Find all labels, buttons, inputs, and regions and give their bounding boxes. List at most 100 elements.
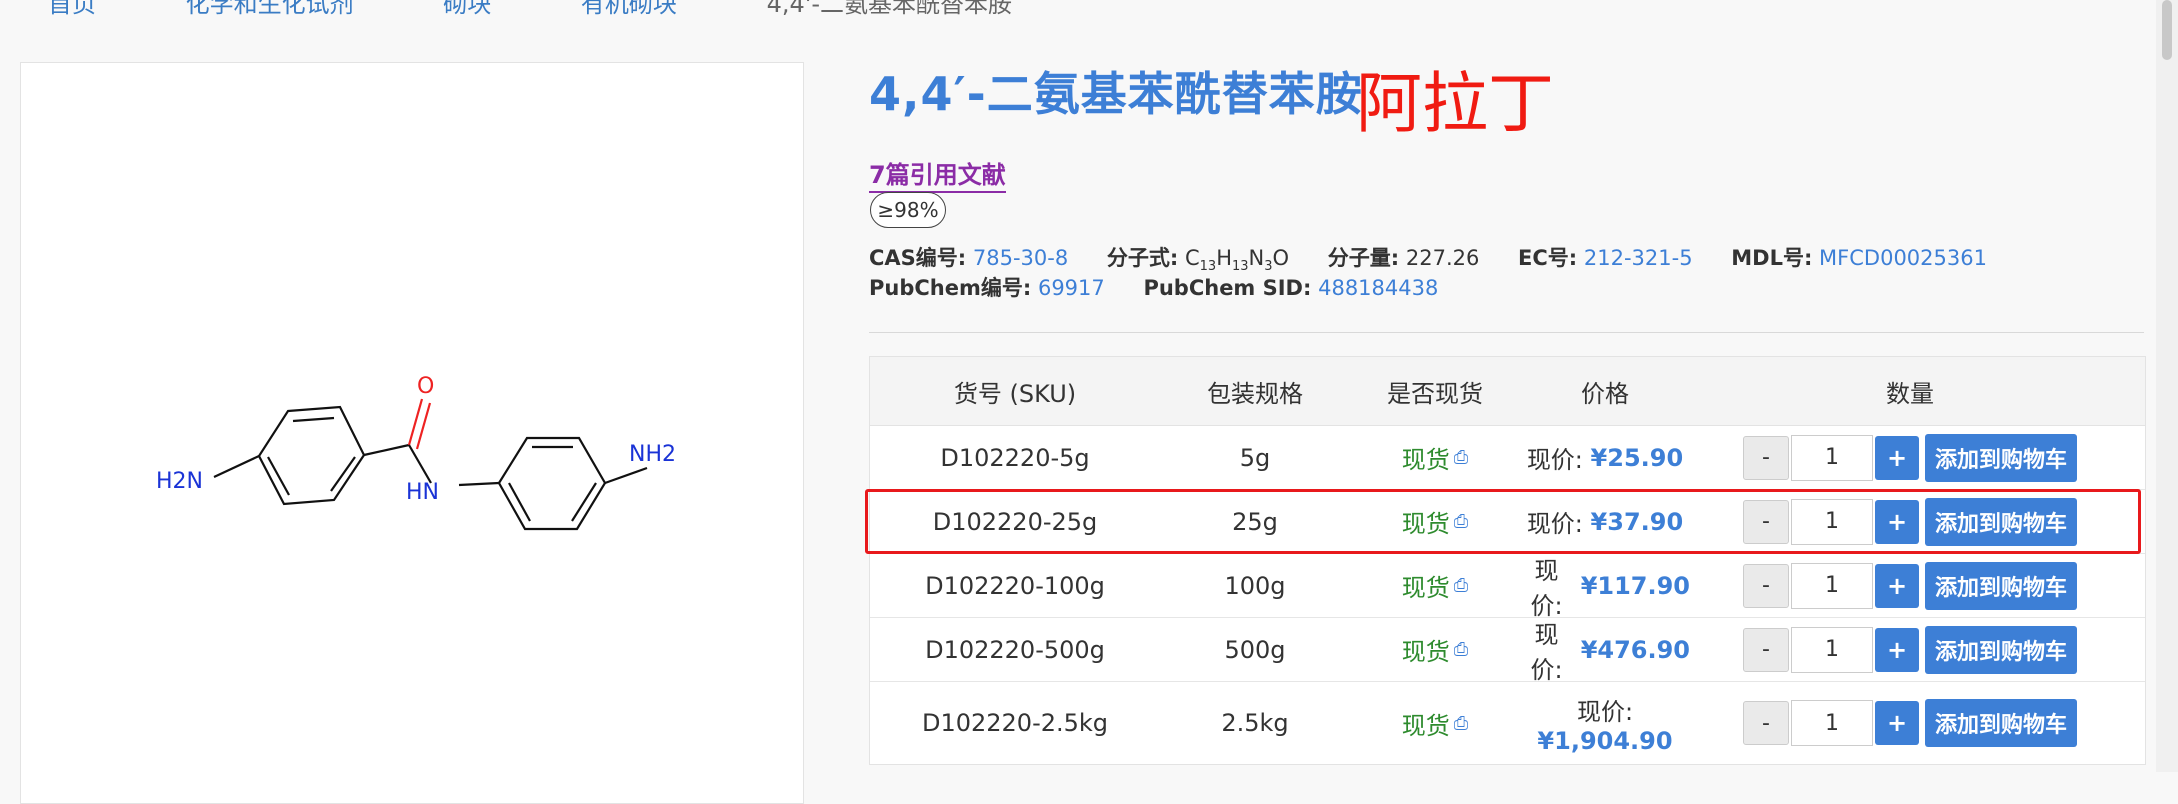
row-stock: 现货 ⎙ — [1350, 426, 1520, 489]
table-header: 货号 (SKU) 包装规格 是否现货 价格 数量 — [870, 357, 2145, 426]
breadcrumb-blocks[interactable]: 砌块 — [443, 0, 491, 18]
oxygen-label: O — [417, 374, 434, 399]
ec-label: EC号: — [1518, 246, 1578, 270]
row-sku: D102220-25g — [932, 507, 1098, 536]
properties-line-1: CAS编号: 785-30-8 分子式: C13H13N3O 分子量: 227.… — [869, 242, 2019, 274]
document-search-icon[interactable]: ⎙ — [1454, 639, 1468, 660]
document-search-icon[interactable]: ⎙ — [1454, 511, 1468, 532]
table-row: D102220-2.5kg 2.5kg 现货 ⎙ 现价: ¥1,904.90 - 1… — [870, 682, 2145, 764]
row-sku: D102220-500g — [925, 635, 1105, 664]
brand-name: 阿拉丁 — [1356, 65, 1554, 142]
table-row: D102220-100g 100g 现货 ⎙ 现价: ¥117.90 - 1 + … — [870, 554, 2145, 620]
row-price: 现价: ¥1,904.90 — [1520, 682, 1690, 764]
row-price: 现价: ¥117.90 — [1520, 554, 1690, 620]
price-prefix: 现价: — [1526, 446, 1583, 474]
mw-label: 分子量: — [1327, 246, 1400, 270]
stock-label: 现货 — [1401, 510, 1450, 538]
price-value: ¥25.90 — [1590, 443, 1684, 472]
stock-label: 现货 — [1401, 446, 1450, 474]
row-sku: D102220-2.5kg — [921, 709, 1109, 737]
row-sku: D102220-5g — [940, 443, 1090, 472]
table-row: D102220-25g 25g 现货 ⎙ 现价: ¥37.90 - 1 + 添加到… — [870, 490, 2145, 554]
header-sku: 货号 (SKU) — [953, 379, 1077, 408]
breadcrumb-home[interactable]: 首页 — [48, 0, 96, 18]
qty-input[interactable]: 1 — [1791, 498, 1873, 545]
cas-value[interactable]: 785-30-8 — [973, 246, 1068, 270]
formula-label: 分子式: — [1106, 246, 1179, 270]
product-title: 4,4′-二氨基苯酰替苯胺 — [869, 67, 1363, 121]
scrollbar-track[interactable] — [2156, 0, 2178, 772]
add-to-cart-button[interactable]: 添加到购物车 — [1925, 497, 2077, 546]
header-price: 价格 — [1581, 379, 1629, 408]
qty-minus-button[interactable]: - — [1743, 701, 1789, 745]
table-row: D102220-5g 5g 现货 ⎙ 现价: ¥25.90 - 1 + 添加到购物… — [870, 426, 2145, 490]
add-to-cart-button[interactable]: 添加到购物车 — [1925, 699, 2077, 747]
purity-badge: ≥98% — [870, 192, 946, 228]
molecule-structure: O H2N HN NH2 — [156, 374, 676, 531]
row-qty: - 1 + 添加到购物车 — [1690, 682, 2130, 764]
price-value: ¥37.90 — [1590, 507, 1684, 536]
breadcrumb-organic[interactable]: 有机砌块 — [581, 0, 677, 18]
breadcrumb-chem[interactable]: 化学和生化试剂 — [186, 0, 354, 18]
row-stock: 现货 ⎙ — [1350, 554, 1520, 617]
qty-minus-button[interactable]: - — [1743, 563, 1789, 608]
row-stock: 现货 ⎙ — [1350, 682, 1520, 764]
sku-table: 货号 (SKU) 包装规格 是否现货 价格 数量 D102220-5g 5g 现… — [869, 356, 2146, 765]
qty-input[interactable]: 1 — [1791, 434, 1873, 481]
qty-minus-button[interactable]: - — [1743, 627, 1789, 672]
price-prefix: 现价: — [1530, 620, 1563, 684]
qty-minus-button[interactable]: - — [1743, 499, 1789, 544]
pubchem-label: PubChem编号: — [869, 276, 1032, 300]
price-prefix: 现价: — [1576, 697, 1634, 726]
qty-input[interactable]: 1 — [1791, 562, 1873, 609]
row-sku: D102220-100g — [925, 571, 1105, 600]
mdl-value[interactable]: MFCD00025361 — [1819, 246, 1987, 270]
document-search-icon[interactable]: ⎙ — [1454, 575, 1468, 596]
qty-minus-button[interactable]: - — [1743, 435, 1789, 480]
row-size: 500g — [1224, 635, 1286, 664]
sid-label: PubChem SID: — [1143, 276, 1312, 300]
row-size: 25g — [1232, 507, 1278, 536]
price-prefix: 现价: — [1530, 556, 1563, 620]
price-value: ¥117.90 — [1580, 571, 1690, 600]
add-to-cart-button[interactable]: 添加到购物车 — [1925, 433, 2077, 482]
row-qty: - 1 + 添加到购物车 — [1690, 554, 2130, 617]
row-size: 2.5kg — [1221, 709, 1289, 737]
row-size: 5g — [1239, 443, 1271, 472]
cas-label: CAS编号: — [869, 246, 967, 270]
document-search-icon[interactable]: ⎙ — [1454, 447, 1468, 468]
row-qty: - 1 + 添加到购物车 — [1690, 618, 2130, 681]
price-prefix: 现价: — [1526, 510, 1583, 538]
qty-plus-button[interactable]: + — [1875, 499, 1919, 544]
row-price: 现价: ¥37.90 — [1520, 490, 1690, 553]
pubchem-value[interactable]: 69917 — [1038, 276, 1105, 300]
header-qty: 数量 — [1886, 379, 1934, 408]
qty-plus-button[interactable]: + — [1875, 435, 1919, 480]
add-to-cart-button[interactable]: 添加到购物车 — [1925, 561, 2077, 610]
row-stock: 现货 ⎙ — [1350, 618, 1520, 681]
row-stock: 现货 ⎙ — [1350, 490, 1520, 553]
qty-plus-button[interactable]: + — [1875, 563, 1919, 608]
qty-input[interactable]: 1 — [1791, 626, 1873, 673]
qty-input[interactable]: 1 — [1791, 700, 1873, 746]
stock-label: 现货 — [1401, 638, 1450, 666]
breadcrumb-current: 4,4'-二氨基苯酰替苯胺 — [766, 0, 1012, 18]
divider — [869, 332, 2144, 333]
qty-plus-button[interactable]: + — [1875, 701, 1919, 745]
stock-label: 现货 — [1401, 574, 1450, 602]
breadcrumb: 首页 化学和生化试剂 砌块 有机砌块 4,4'-二氨基苯酰替苯胺 — [48, 0, 1094, 19]
properties-line-2: PubChem编号: 69917 PubChem SID: 488184438 — [869, 272, 1470, 302]
qty-plus-button[interactable]: + — [1875, 627, 1919, 672]
scrollbar-thumb[interactable] — [2162, 0, 2172, 60]
row-qty: - 1 + 添加到购物车 — [1690, 490, 2130, 553]
header-stock: 是否现货 — [1387, 379, 1483, 408]
add-to-cart-button[interactable]: 添加到购物车 — [1925, 625, 2077, 674]
ec-value[interactable]: 212-321-5 — [1584, 246, 1693, 270]
mw-value: 227.26 — [1405, 246, 1480, 270]
sid-value[interactable]: 488184438 — [1318, 276, 1438, 300]
document-search-icon[interactable]: ⎙ — [1454, 713, 1468, 734]
row-price: 现价: ¥25.90 — [1520, 426, 1690, 489]
citations-link[interactable]: 7篇引用文献 — [869, 155, 1006, 193]
mdl-label: MDL号: — [1731, 246, 1813, 270]
structure-image-panel: O H2N HN NH2 — [20, 62, 804, 804]
